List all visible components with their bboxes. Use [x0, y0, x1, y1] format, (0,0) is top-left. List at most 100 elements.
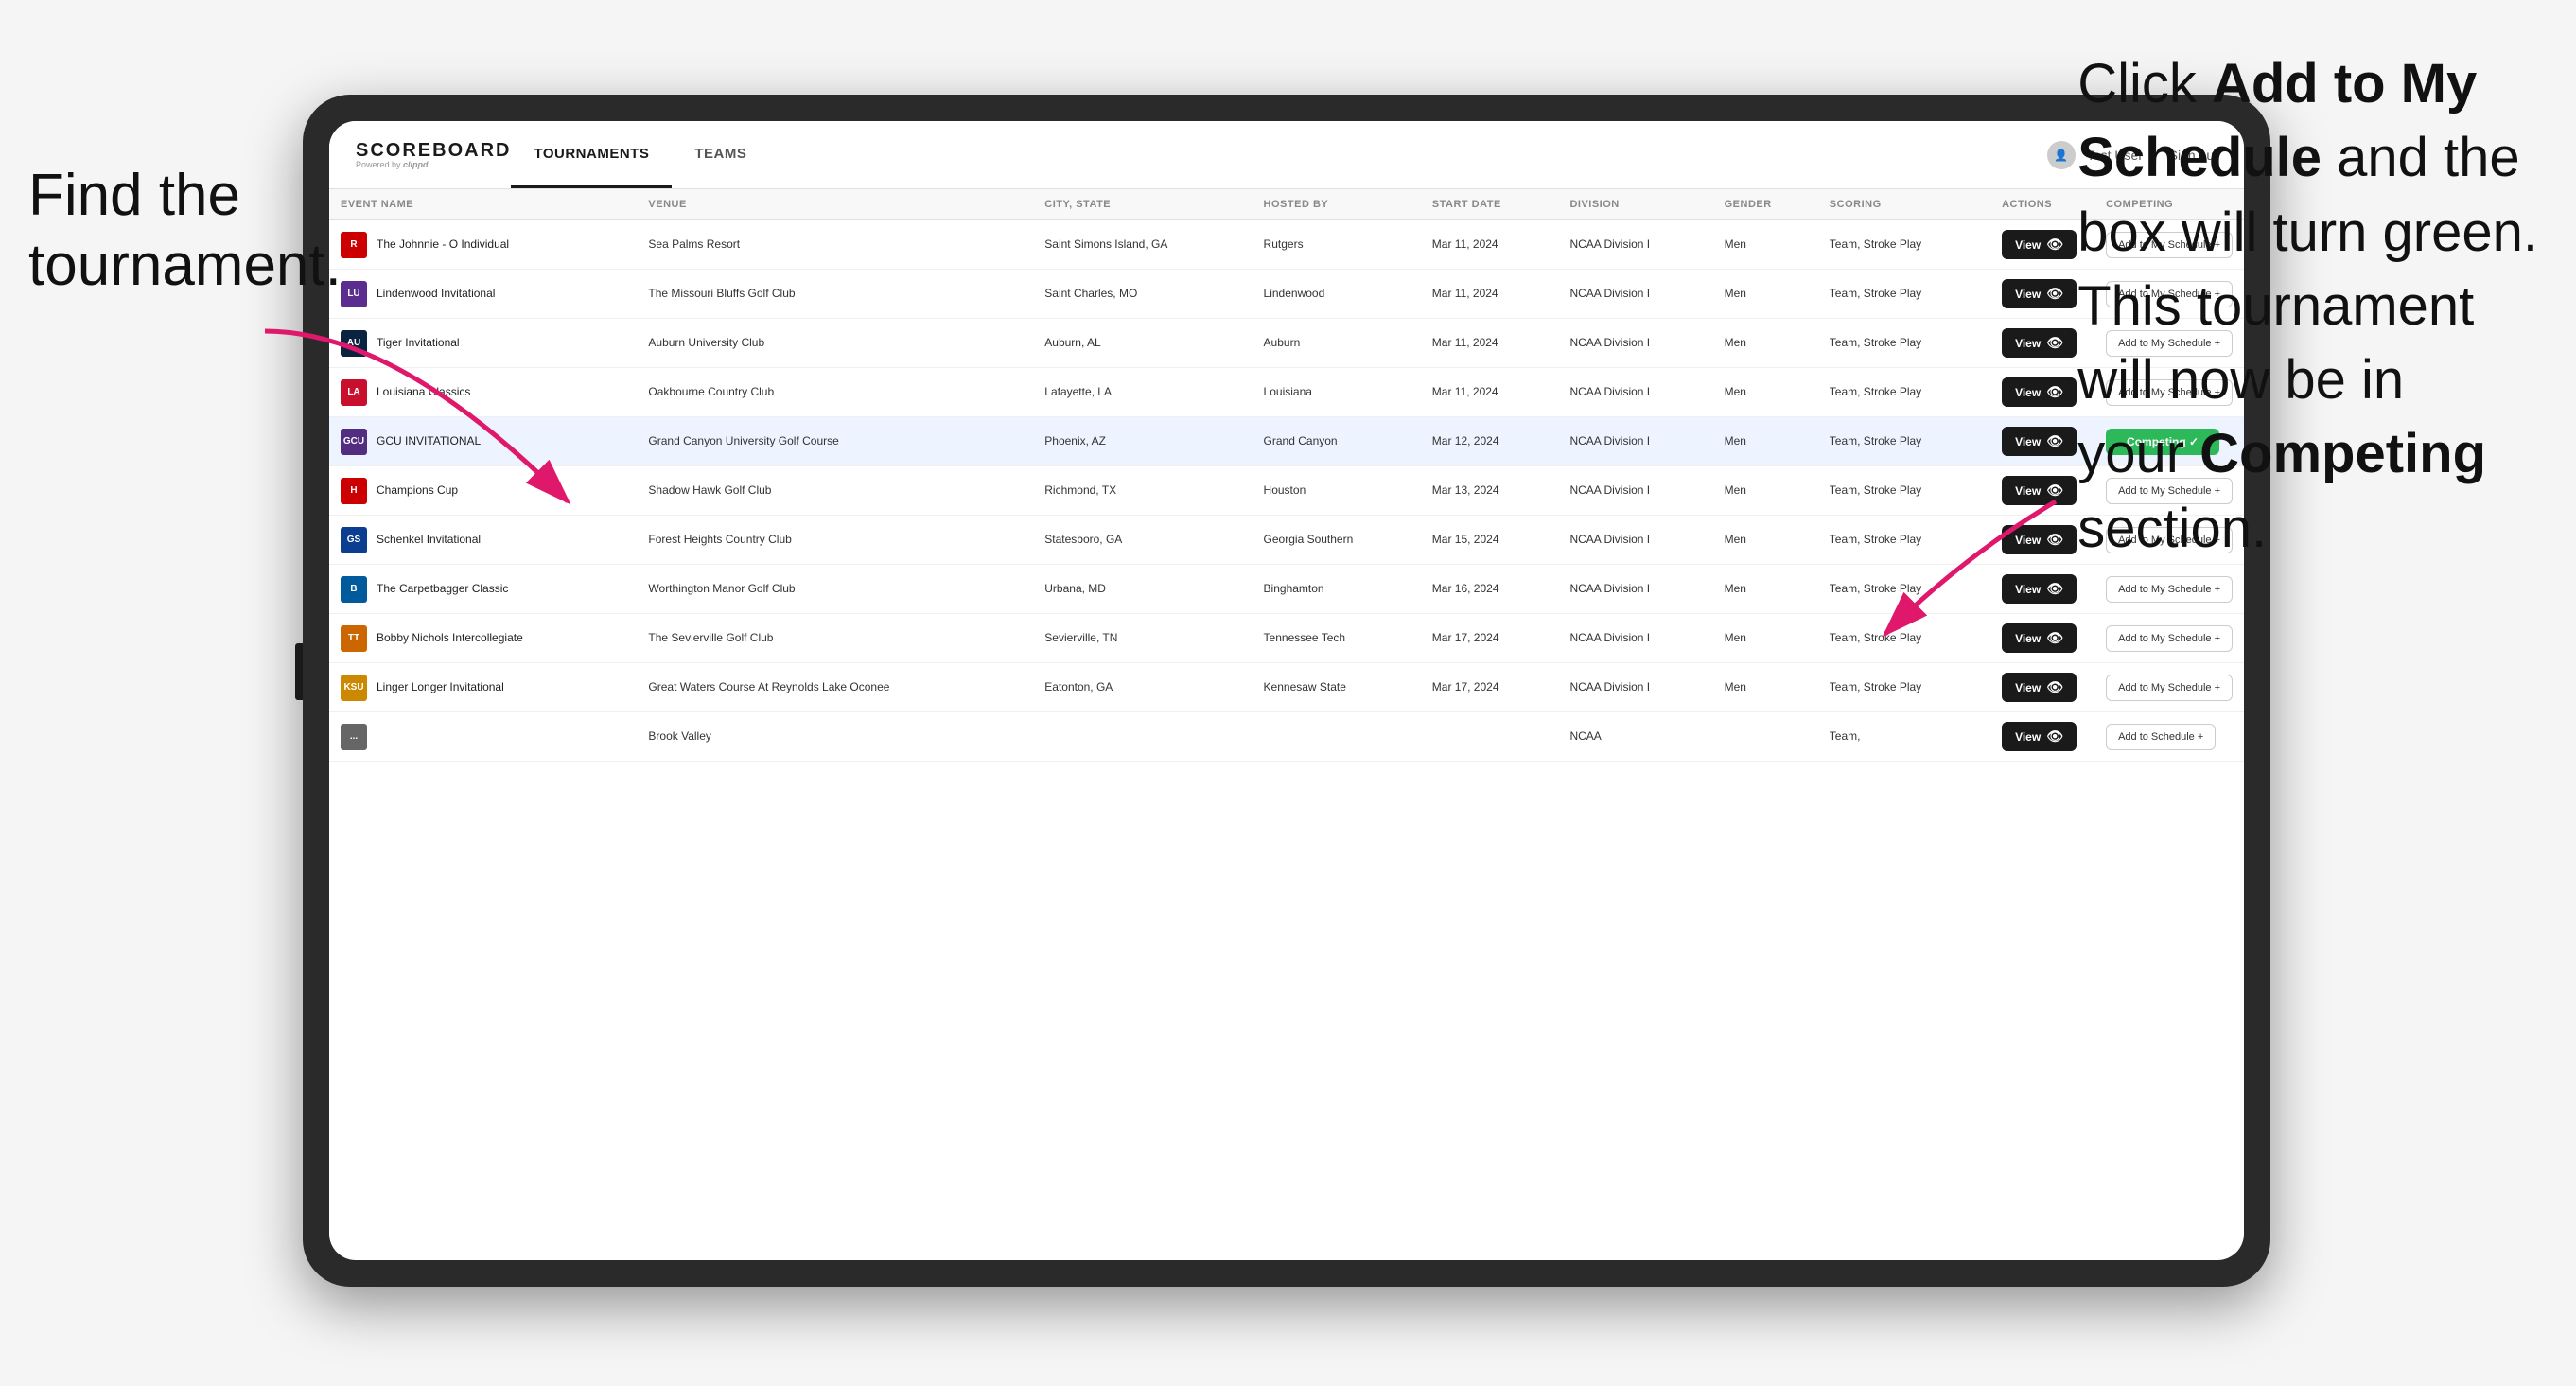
- city-state-cell: Auburn, AL: [1033, 319, 1252, 368]
- gender-cell: Men: [1713, 270, 1818, 319]
- start-date-cell: Mar 11, 2024: [1421, 368, 1559, 417]
- col-hosted-by: HOSTED BY: [1253, 189, 1421, 220]
- col-event-name: EVENT NAME: [329, 189, 637, 220]
- venue-cell: Great Waters Course At Reynolds Lake Oco…: [637, 663, 1033, 712]
- city-state-cell: [1033, 712, 1252, 762]
- event-name-cell: GCUGCU INVITATIONAL: [329, 417, 637, 466]
- app-header: SCOREBOARD Powered by clippd TOURNAMENTS…: [329, 121, 2244, 189]
- view-button[interactable]: View 👁: [2002, 279, 2077, 308]
- division-cell: NCAA Division I: [1558, 417, 1712, 466]
- event-name-cell: LALouisiana Classics: [329, 368, 637, 417]
- competing-cell: Add to My Schedule +: [2094, 663, 2244, 712]
- gender-cell: Men: [1713, 565, 1818, 614]
- view-button[interactable]: View 👁: [2002, 328, 2077, 358]
- city-state-cell: Richmond, TX: [1033, 466, 1252, 516]
- col-gender: GENDER: [1713, 189, 1818, 220]
- start-date-cell: Mar 11, 2024: [1421, 319, 1559, 368]
- division-cell: NCAA Division I: [1558, 565, 1712, 614]
- gender-cell: Men: [1713, 466, 1818, 516]
- scoring-cell: Team,: [1818, 712, 1990, 762]
- division-cell: NCAA Division I: [1558, 516, 1712, 565]
- view-button[interactable]: View 👁: [2002, 230, 2077, 259]
- view-button[interactable]: View 👁: [2002, 673, 2077, 702]
- city-state-cell: Urbana, MD: [1033, 565, 1252, 614]
- event-name-cell: TT Bobby Nichols Intercollegiate: [329, 614, 637, 663]
- add-to-schedule-button[interactable]: Add to My Schedule +: [2106, 675, 2233, 701]
- start-date-cell: Mar 11, 2024: [1421, 220, 1559, 270]
- table-row: ... Brook Valley NCAA Team, View 👁 Add to Sch…: [329, 712, 2244, 762]
- gender-cell: [1713, 712, 1818, 762]
- event-name-cell: ...: [329, 712, 637, 762]
- col-city-state: CITY, STATE: [1033, 189, 1252, 220]
- add-to-schedule-button[interactable]: Add to My Schedule +: [2106, 576, 2233, 603]
- add-to-schedule-button[interactable]: Add to My Schedule +: [2106, 625, 2233, 652]
- table-row: LALouisiana ClassicsOakbourne Country Cl…: [329, 368, 2244, 417]
- view-button[interactable]: View 👁: [2002, 427, 2077, 456]
- gender-cell: Men: [1713, 614, 1818, 663]
- event-name-cell: KSULinger Longer Invitational: [329, 663, 637, 712]
- venue-cell: Auburn University Club: [637, 319, 1033, 368]
- gender-cell: Men: [1713, 663, 1818, 712]
- col-scoring: SCORING: [1818, 189, 1990, 220]
- division-cell: NCAA Division I: [1558, 368, 1712, 417]
- venue-cell: Worthington Manor Golf Club: [637, 565, 1033, 614]
- view-button[interactable]: View 👁: [2002, 377, 2077, 407]
- start-date-cell: Mar 13, 2024: [1421, 466, 1559, 516]
- event-name-cell: H Champions Cup: [329, 466, 637, 516]
- division-cell: NCAA Division I: [1558, 270, 1712, 319]
- hosted-by-cell: Tennessee Tech: [1253, 614, 1421, 663]
- division-cell: NCAA: [1558, 712, 1712, 762]
- logo-subtitle: Powered by clippd: [356, 160, 511, 169]
- start-date-cell: Mar 17, 2024: [1421, 663, 1559, 712]
- city-state-cell: Saint Charles, MO: [1033, 270, 1252, 319]
- start-date-cell: Mar 12, 2024: [1421, 417, 1559, 466]
- user-avatar: 👤: [2047, 141, 2076, 169]
- arrow-right: [1829, 482, 2075, 672]
- team-logo: ...: [341, 724, 367, 750]
- competing-cell: Add to Schedule +: [2094, 712, 2244, 762]
- team-logo: H: [341, 478, 367, 504]
- annotation-right: Click Add to MySchedule and the box will…: [2077, 47, 2538, 566]
- hosted-by-cell: [1253, 712, 1421, 762]
- nav-tab-tournaments[interactable]: TOURNAMENTS: [511, 121, 672, 188]
- venue-cell: The Missouri Bluffs Golf Club: [637, 270, 1033, 319]
- add-to-schedule-button[interactable]: Add to Schedule +: [2106, 724, 2216, 750]
- city-state-cell: Phoenix, AZ: [1033, 417, 1252, 466]
- scoring-cell: Team, Stroke Play: [1818, 368, 1990, 417]
- city-state-cell: Saint Simons Island, GA: [1033, 220, 1252, 270]
- team-logo: TT: [341, 625, 367, 652]
- event-name: Lindenwood Invitational: [377, 286, 495, 302]
- venue-cell: Grand Canyon University Golf Course: [637, 417, 1033, 466]
- event-name-cell: RThe Johnnie - O Individual: [329, 220, 637, 270]
- team-logo: R: [341, 232, 367, 258]
- city-state-cell: Eatonton, GA: [1033, 663, 1252, 712]
- event-name-cell: GS Schenkel Invitational: [329, 516, 637, 565]
- team-logo: GS: [341, 527, 367, 553]
- hosted-by-cell: Georgia Southern: [1253, 516, 1421, 565]
- nav-tab-teams[interactable]: TEAMS: [672, 121, 769, 188]
- event-name-cell: AUTiger Invitational: [329, 319, 637, 368]
- start-date-cell: [1421, 712, 1559, 762]
- team-logo: B: [341, 576, 367, 603]
- scoring-cell: Team, Stroke Play: [1818, 220, 1990, 270]
- division-cell: NCAA Division I: [1558, 319, 1712, 368]
- city-state-cell: Sevierville, TN: [1033, 614, 1252, 663]
- event-name-cell: LULindenwood Invitational: [329, 270, 637, 319]
- division-cell: NCAA Division I: [1558, 614, 1712, 663]
- gender-cell: Men: [1713, 417, 1818, 466]
- table-row: RThe Johnnie - O IndividualSea Palms Res…: [329, 220, 2244, 270]
- start-date-cell: Mar 11, 2024: [1421, 270, 1559, 319]
- hosted-by-cell: Rutgers: [1253, 220, 1421, 270]
- venue-cell: Brook Valley: [637, 712, 1033, 762]
- event-name: Bobby Nichols Intercollegiate: [377, 630, 523, 646]
- tablet-frame: SCOREBOARD Powered by clippd TOURNAMENTS…: [303, 95, 2270, 1287]
- hosted-by-cell: Houston: [1253, 466, 1421, 516]
- table-row: LULindenwood InvitationalThe Missouri Bl…: [329, 270, 2244, 319]
- scoring-cell: Team, Stroke Play: [1818, 319, 1990, 368]
- event-name: Schenkel Invitational: [377, 532, 481, 548]
- event-name: GCU INVITATIONAL: [377, 433, 481, 449]
- start-date-cell: Mar 16, 2024: [1421, 565, 1559, 614]
- event-name: Champions Cup: [377, 482, 458, 499]
- view-button[interactable]: View 👁: [2002, 722, 2077, 751]
- table-container: EVENT NAME VENUE CITY, STATE HOSTED BY S…: [329, 189, 2244, 1260]
